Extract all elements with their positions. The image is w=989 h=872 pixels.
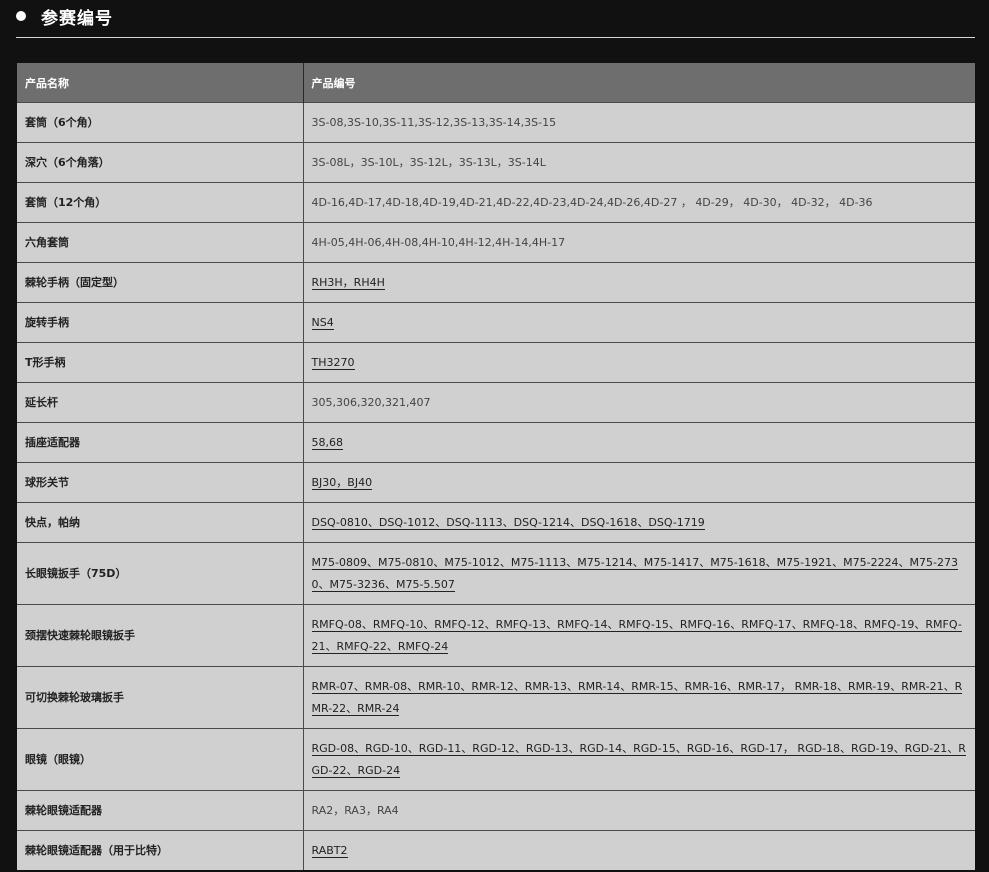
product-code-cell: RGD-08、RGD-10、RGD-11、RGD-12、RGD-13、RGD-1…: [303, 728, 975, 791]
product-code-cell: 58,68: [303, 422, 975, 463]
table-row: 长眼镜扳手（75D） M75-0809、M75-0810、M75-1012、M75…: [17, 542, 975, 605]
table-row: 棘轮手柄（固定型） RH3H，RH4H: [17, 262, 975, 303]
product-code-cell: 3S-08L，3S-10L，3S-12L，3S-13L，3S-14L: [303, 142, 975, 183]
product-code-link[interactable]: DSQ-0810、DSQ-1012、DSQ-1113、DSQ-1214、DSQ-…: [311, 515, 705, 530]
product-code-text: 4H-05,4H-06,4H-08,4H-10,4H-12,4H-14,4H-1…: [311, 235, 566, 249]
product-name-cell: 插座适配器: [17, 422, 304, 463]
product-code-cell: NS4: [303, 302, 975, 343]
product-name-cell: 旋转手柄: [17, 302, 304, 343]
product-code-cell: RMR-07、RMR-08、RMR-10、RMR-12、RMR-13、RMR-1…: [303, 666, 975, 729]
table-row: 颈摆快速棘轮眼镜扳手 RMFQ-08、RMFQ-10、RMFQ-12、RMFQ-1…: [17, 604, 975, 667]
product-code-text: 3S-08L，3S-10L，3S-12L，3S-13L，3S-14L: [311, 155, 546, 169]
product-code-cell: 4H-05,4H-06,4H-08,4H-10,4H-12,4H-14,4H-1…: [303, 222, 975, 263]
product-name-cell: 延长杆: [17, 382, 304, 423]
product-code-cell: M75-0809、M75-0810、M75-1012、M75-1113、M75-…: [303, 542, 975, 605]
product-name-cell: 颈摆快速棘轮眼镜扳手: [17, 604, 304, 667]
table-row: 六角套筒 4H-05,4H-06,4H-08,4H-10,4H-12,4H-14,…: [17, 222, 975, 263]
table-row: 插座适配器 58,68: [17, 422, 975, 463]
table-row: 快点，帕纳 DSQ-0810、DSQ-1012、DSQ-1113、DSQ-1214…: [17, 502, 975, 543]
product-code-link[interactable]: RMR-07、RMR-08、RMR-10、RMR-12、RMR-13、RMR-1…: [311, 679, 963, 716]
product-code-cell: 305,306,320,321,407: [303, 382, 975, 423]
product-code-cell: 4D-16,4D-17,4D-18,4D-19,4D-21,4D-22,4D-2…: [303, 182, 975, 223]
table-row: 套筒（12个角） 4D-16,4D-17,4D-18,4D-19,4D-21,4D…: [17, 182, 975, 223]
product-code-link[interactable]: RH3H，RH4H: [311, 275, 385, 290]
product-code-cell: DSQ-0810、DSQ-1012、DSQ-1113、DSQ-1214、DSQ-…: [303, 502, 975, 543]
product-code-text: 3S-08,3S-10,3S-11,3S-12,3S-13,3S-14,3S-1…: [311, 115, 557, 129]
product-code-text: 305,306,320,321,407: [311, 395, 431, 409]
table-row: 棘轮眼镜适配器（用于比特） RABT2: [17, 830, 975, 870]
product-name-cell: 可切换棘轮玻璃扳手: [17, 666, 304, 729]
product-code-text: 4D-16,4D-17,4D-18,4D-19,4D-21,4D-22,4D-2…: [311, 195, 873, 209]
product-name-cell: 套筒（6个角）: [17, 102, 304, 143]
column-header-product-name: 产品名称: [17, 63, 304, 103]
product-code-table: 产品名称 产品编号 套筒（6个角） 3S-08,3S-10,3S-11,3S-12…: [17, 63, 975, 870]
product-code-text: RA2，RA3，RA4: [311, 803, 399, 817]
product-name-cell: 长眼镜扳手（75D）: [17, 542, 304, 605]
product-code-link[interactable]: RGD-08、RGD-10、RGD-11、RGD-12、RGD-13、RGD-1…: [311, 741, 966, 778]
table-row: 套筒（6个角） 3S-08,3S-10,3S-11,3S-12,3S-13,3S-…: [17, 102, 975, 143]
product-name-cell: 眼镜（眼镜）: [17, 728, 304, 791]
product-name-cell: 棘轮眼镜适配器: [17, 790, 304, 831]
product-code-cell: RH3H，RH4H: [303, 262, 975, 303]
product-code-link[interactable]: RMFQ-08、RMFQ-10、RMFQ-12、RMFQ-13、RMFQ-14、…: [311, 617, 962, 654]
product-name-cell: 快点，帕纳: [17, 502, 304, 543]
product-name-cell: 棘轮眼镜适配器（用于比特）: [17, 830, 304, 870]
table-row: 旋转手柄 NS4: [17, 302, 975, 343]
product-code-cell: RMFQ-08、RMFQ-10、RMFQ-12、RMFQ-13、RMFQ-14、…: [303, 604, 975, 667]
table-row: T形手柄 TH3270: [17, 342, 975, 383]
product-code-link[interactable]: TH3270: [311, 355, 355, 370]
table-row: 延长杆 305,306,320,321,407: [17, 382, 975, 423]
table-header-row: 产品名称 产品编号: [17, 63, 975, 103]
product-name-cell: 六角套筒: [17, 222, 304, 263]
section-header: 参赛编号: [16, 0, 975, 38]
product-code-cell: RABT2: [303, 830, 975, 870]
product-name-cell: 深穴（6个角落）: [17, 142, 304, 183]
product-table-container: 产品名称 产品编号 套筒（6个角） 3S-08,3S-10,3S-11,3S-12…: [17, 63, 975, 870]
table-row: 棘轮眼镜适配器 RA2，RA3，RA4: [17, 790, 975, 831]
product-code-link[interactable]: NS4: [311, 315, 334, 330]
product-code-link[interactable]: M75-0809、M75-0810、M75-1012、M75-1113、M75-…: [311, 555, 959, 592]
table-row: 可切换棘轮玻璃扳手 RMR-07、RMR-08、RMR-10、RMR-12、RMR…: [17, 666, 975, 729]
product-name-cell: 棘轮手柄（固定型）: [17, 262, 304, 303]
product-code-cell: BJ30，BJ40: [303, 462, 975, 503]
table-row: 球形关节 BJ30，BJ40: [17, 462, 975, 503]
section-title: 参赛编号: [41, 9, 113, 29]
table-row: 深穴（6个角落） 3S-08L，3S-10L，3S-12L，3S-13L，3S-1…: [17, 142, 975, 183]
product-code-link[interactable]: BJ30，BJ40: [311, 475, 373, 490]
product-name-cell: 套筒（12个角）: [17, 182, 304, 223]
product-code-cell: 3S-08,3S-10,3S-11,3S-12,3S-13,3S-14,3S-1…: [303, 102, 975, 143]
column-header-product-code: 产品编号: [303, 63, 975, 103]
table-row: 眼镜（眼镜） RGD-08、RGD-10、RGD-11、RGD-12、RGD-13…: [17, 728, 975, 791]
product-name-cell: T形手柄: [17, 342, 304, 383]
product-name-cell: 球形关节: [17, 462, 304, 503]
product-code-link[interactable]: RABT2: [311, 843, 348, 858]
product-code-link[interactable]: 58,68: [311, 435, 343, 450]
product-code-cell: TH3270: [303, 342, 975, 383]
product-code-cell: RA2，RA3，RA4: [303, 790, 975, 831]
table-body: 套筒（6个角） 3S-08,3S-10,3S-11,3S-12,3S-13,3S-…: [17, 102, 975, 870]
bullet-icon: [16, 11, 26, 21]
